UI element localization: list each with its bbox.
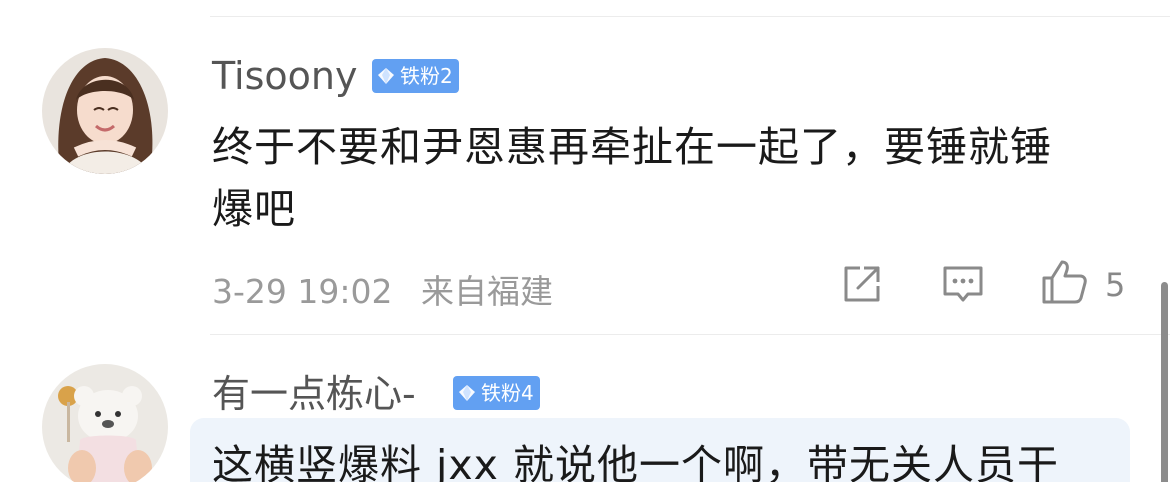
like-button[interactable]	[1040, 258, 1088, 310]
comment-text-line: 终于不要和尹恩惠再牵扯在一起了，要锤就锤	[212, 123, 1052, 171]
share-button[interactable]	[840, 262, 884, 310]
comment-meta: 3-29 19:02 来自福建	[212, 265, 553, 313]
fan-badge[interactable]: 铁粉2	[372, 59, 459, 93]
badge-label: 铁粉2	[400, 64, 453, 88]
divider	[210, 16, 1170, 17]
comment-location: 来自福建	[421, 272, 553, 311]
comment-text: 这横竖爆料 jxx 就说他一个啊，带无关人员干	[212, 434, 1142, 482]
divider	[210, 334, 1170, 335]
comment-text-line: 这横竖爆料 jxx 就说他一个啊，带无关人员干	[212, 441, 1059, 482]
diamond-icon	[459, 385, 475, 401]
avatar[interactable]	[42, 48, 168, 174]
comment-text: 终于不要和尹恩惠再牵扯在一起了，要锤就锤 爆吧	[212, 116, 1142, 240]
share-icon	[844, 266, 880, 302]
comment-list: Tisoony 铁粉2 终于不要和尹恩惠再牵扯在一起了，要锤就锤 爆吧 3-29…	[0, 0, 1170, 482]
like-count: 5	[1105, 266, 1126, 304]
comment-date: 3-29 19:02	[212, 272, 393, 311]
username[interactable]: 有一点栋心-	[212, 375, 416, 413]
diamond-icon	[378, 68, 394, 84]
badge-label: 铁粉4	[481, 381, 534, 405]
fan-badge[interactable]: 铁粉4	[453, 376, 540, 410]
comment-button[interactable]	[940, 262, 986, 310]
username[interactable]: Tisoony	[212, 57, 357, 95]
comment-text-line: 爆吧	[212, 185, 296, 233]
avatar[interactable]	[42, 364, 168, 482]
scrollbar[interactable]	[1161, 282, 1168, 482]
like-icon	[1042, 260, 1087, 304]
comment-icon	[943, 266, 983, 302]
